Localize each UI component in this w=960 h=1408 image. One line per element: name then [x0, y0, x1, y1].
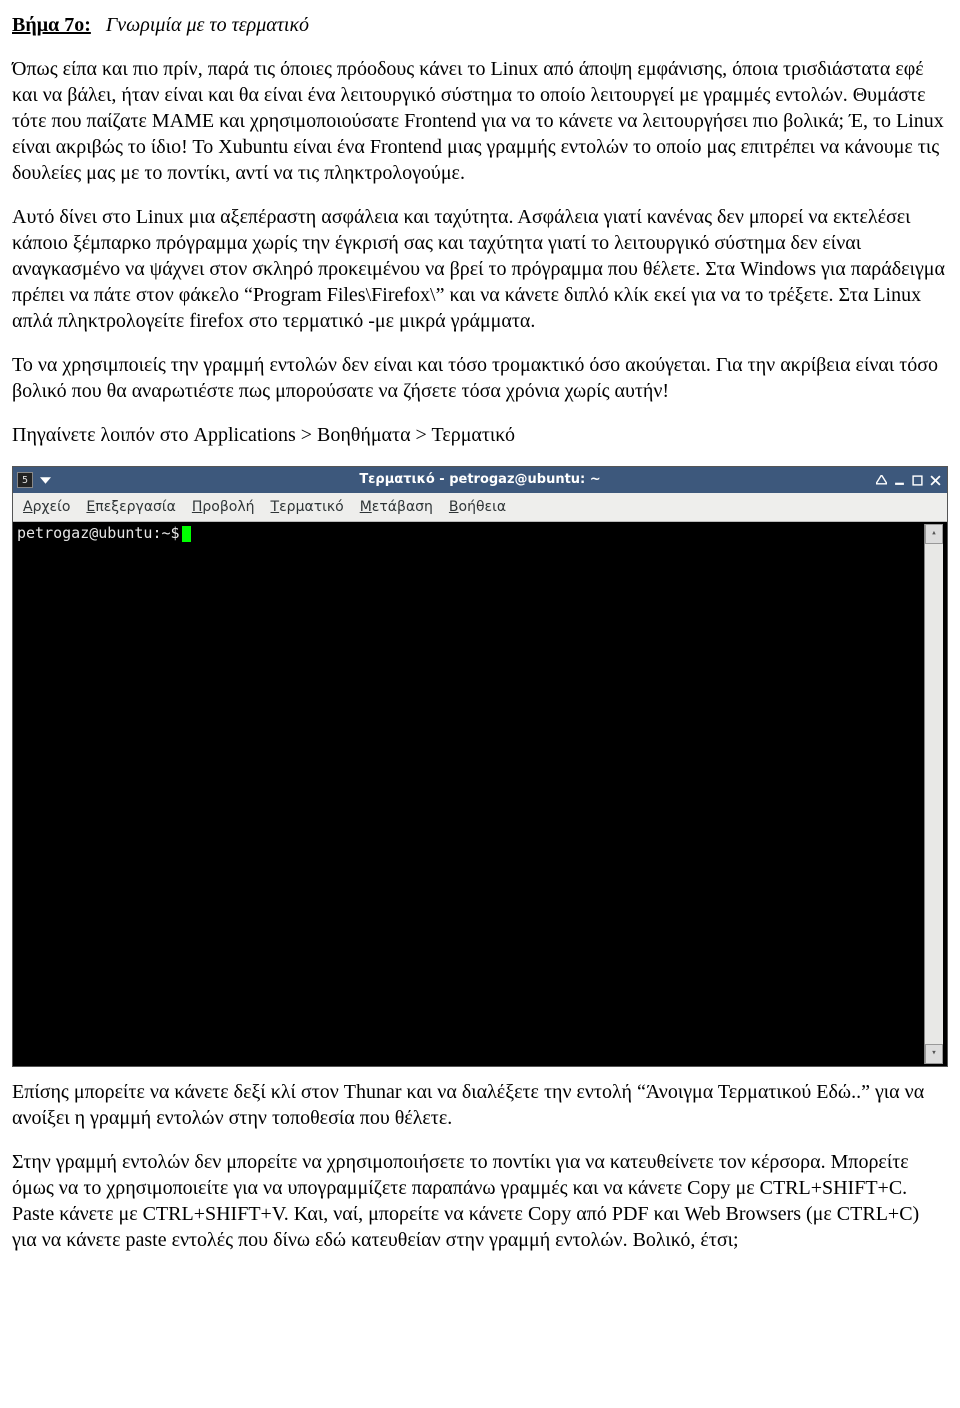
always-on-top-icon[interactable] — [873, 472, 889, 488]
window-titlebar[interactable]: 5 Τερματικό - petrogaz@ubuntu: ~ — [13, 467, 947, 493]
section-heading: Βήμα 7ο: Γνωριμία με το τερματικό — [12, 12, 948, 38]
menu-file-accel: Α — [23, 499, 33, 515]
menu-go-rest: ετάβαση — [372, 499, 433, 515]
scroll-up-button[interactable]: ▴ — [925, 524, 943, 544]
titlebar-right — [873, 472, 947, 488]
window-title: Τερματικό - petrogaz@ubuntu: ~ — [13, 472, 947, 489]
menu-edit-rest: πεξεργασία — [95, 499, 176, 515]
terminal-window: 5 Τερματικό - petrogaz@ubuntu: ~ Αρχείο — [12, 466, 948, 1067]
step-label: Βήμα 7ο: — [12, 14, 91, 36]
titlebar-left: 5 — [13, 472, 53, 488]
menu-file[interactable]: Αρχείο — [15, 494, 78, 520]
terminal-scrollbar[interactable]: ▴ ▾ — [924, 524, 943, 1064]
terminal-body[interactable]: petrogaz@ubuntu:~$ ▴ ▾ — [13, 522, 947, 1066]
menu-edit[interactable]: Επεξεργασία — [78, 494, 183, 520]
menu-terminal[interactable]: Τερματικό — [263, 494, 352, 520]
window-menu-icon[interactable] — [37, 472, 53, 488]
paragraph-4: Πηγαίνετε λοιπόν στο Applications > Βοηθ… — [12, 422, 948, 448]
menu-view-accel: Π — [192, 499, 203, 515]
menu-go-accel: Μ — [360, 499, 372, 515]
menu-view[interactable]: Προβολή — [184, 494, 263, 520]
menu-edit-accel: Ε — [86, 499, 95, 515]
close-icon[interactable] — [927, 472, 943, 488]
paragraph-6: Στην γραμμή εντολών δεν μπορείτε να χρησ… — [12, 1149, 948, 1253]
paragraph-5: Επίσης μπορείτε να κάνετε δεξί κλί στον … — [12, 1079, 948, 1131]
scroll-down-button[interactable]: ▾ — [925, 1044, 943, 1064]
menu-terminal-rest: ερματικό — [279, 499, 344, 515]
app-icon: 5 — [17, 472, 33, 488]
menu-file-rest: ρχείο — [33, 499, 71, 515]
menu-terminal-accel: Τ — [271, 499, 280, 515]
minimize-icon[interactable] — [891, 472, 907, 488]
terminal-content[interactable]: petrogaz@ubuntu:~$ — [17, 524, 924, 1064]
menu-view-rest: ροβολή — [202, 499, 254, 515]
menu-go[interactable]: Μετάβαση — [352, 494, 441, 520]
menu-help-accel: Β — [449, 499, 459, 515]
paragraph-3: Το να χρησιμποιείς την γραμμή εντολών δε… — [12, 352, 948, 404]
terminal-prompt-line: petrogaz@ubuntu:~$ — [17, 524, 924, 544]
maximize-icon[interactable] — [909, 472, 925, 488]
menu-help-rest: οήθεια — [459, 499, 507, 515]
scroll-track[interactable] — [925, 544, 943, 1044]
terminal-cursor — [182, 526, 191, 542]
step-title: Γνωριμία με το τερματικό — [106, 14, 309, 36]
paragraph-1: Όπως είπα και πιο πρίν, παρά τις όποιες … — [12, 56, 948, 186]
menubar: Αρχείο Επεξεργασία Προβολή Τερματικό Μετ… — [13, 493, 947, 522]
paragraph-2: Αυτό δίνει στο Linux μια αξεπέραστη ασφά… — [12, 204, 948, 334]
menu-help[interactable]: Βοήθεια — [441, 494, 514, 520]
terminal-prompt: petrogaz@ubuntu:~$ — [17, 524, 180, 544]
